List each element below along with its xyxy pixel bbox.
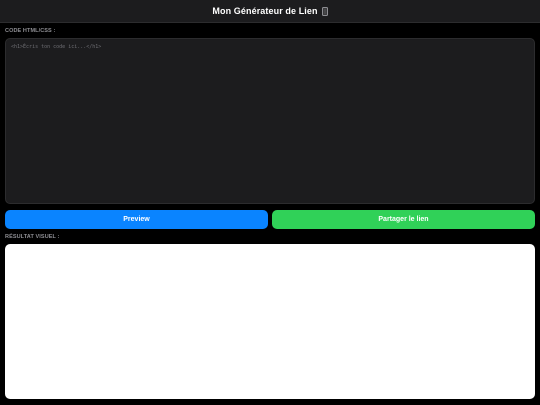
result-section-label: RÉSULTAT VISUEL :	[5, 234, 60, 240]
code-input[interactable]	[5, 38, 535, 204]
app-window: Mon Générateur de Lien CODE HTML/CSS : P…	[0, 0, 540, 405]
app-header: Mon Générateur de Lien	[0, 0, 540, 23]
app-title: Mon Générateur de Lien	[212, 6, 318, 16]
code-section-label: CODE HTML/CSS :	[5, 28, 56, 34]
preview-button[interactable]: Preview	[5, 210, 268, 229]
share-link-button[interactable]: Partager le lien	[272, 210, 535, 229]
phone-icon	[321, 6, 328, 16]
result-preview-frame[interactable]	[5, 244, 535, 399]
